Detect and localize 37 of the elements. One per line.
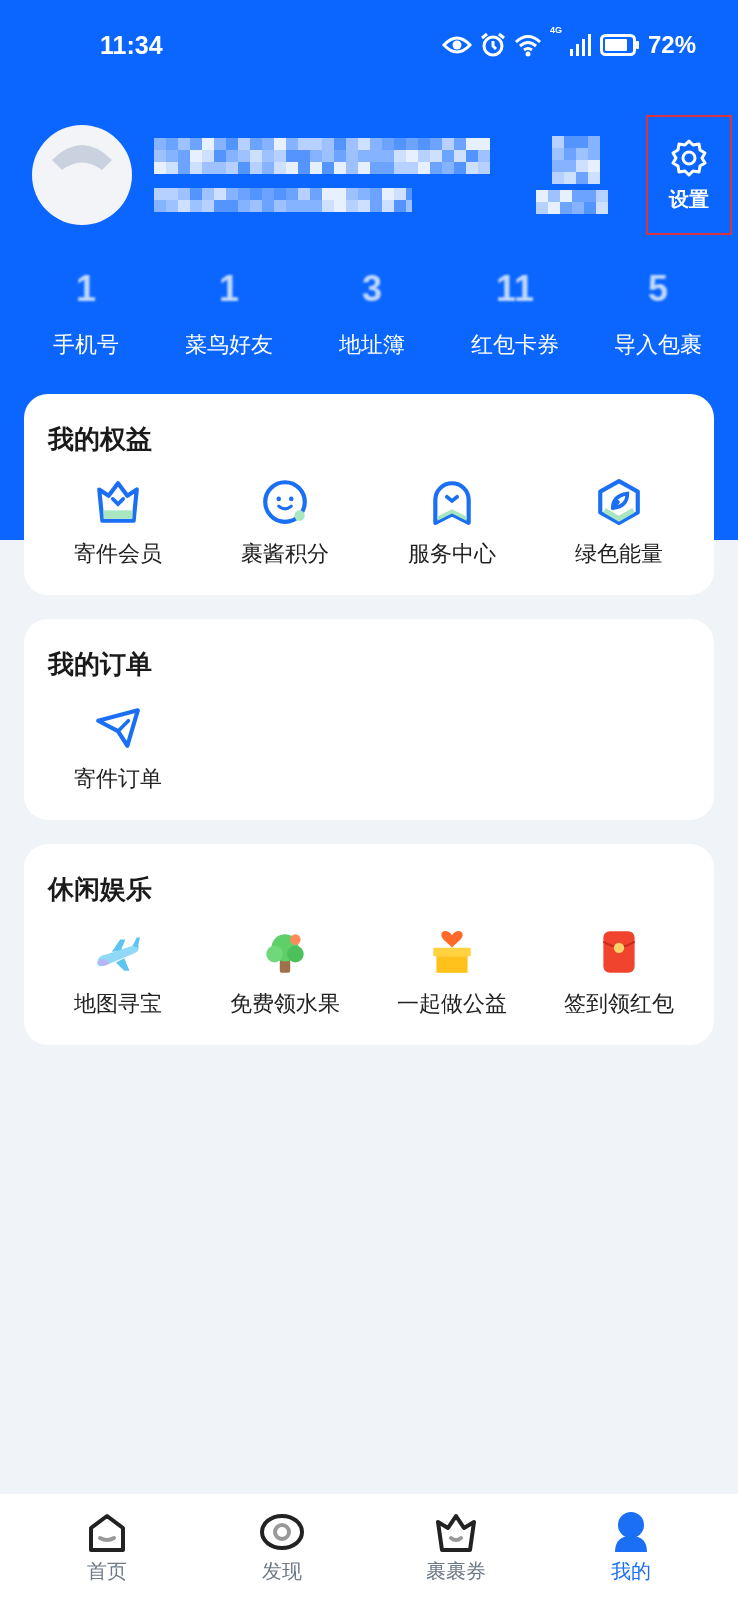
stat-count[interactable]: 3	[362, 268, 382, 310]
shortcut-item[interactable]: 裹酱积分	[201, 477, 368, 569]
tab[interactable]: 发现	[221, 1509, 342, 1585]
tab[interactable]: 首页	[47, 1509, 168, 1585]
shortcut-item[interactable]: 一起做公益	[368, 927, 535, 1019]
avatar-icon	[32, 125, 132, 225]
section-title: 我的权益	[48, 423, 152, 456]
clock-time: 11:34	[100, 30, 164, 60]
stat-label[interactable]: 地址簿	[339, 330, 405, 360]
section-title: 我的订单	[48, 648, 152, 681]
shortcut-item[interactable]: 免费领水果	[201, 927, 368, 1019]
stat-count[interactable]: 1	[219, 268, 239, 310]
settings-button[interactable]: 设置	[646, 115, 732, 235]
stat-label[interactable]: 导入包裹	[614, 330, 702, 360]
shortcut-item[interactable]: 地图寻宝	[34, 927, 201, 1019]
alarm-icon	[479, 32, 506, 58]
shortcut-item[interactable]: 寄件订单	[34, 702, 201, 794]
stat-count[interactable]: 1	[76, 268, 96, 310]
tab[interactable]: 我的	[570, 1509, 691, 1585]
shortcut-item[interactable]: 签到领红包	[535, 927, 702, 1019]
shortcut-item[interactable]: 服务中心	[368, 477, 535, 569]
stat-count[interactable]: 11	[495, 268, 535, 310]
battery-percent: 72%	[647, 31, 696, 59]
signal-icon	[569, 34, 592, 56]
stat-count[interactable]: 5	[648, 268, 668, 310]
tab[interactable]: 裹裹券	[396, 1509, 517, 1585]
settings-icon	[669, 137, 709, 178]
shortcut-item[interactable]: 绿色能量	[535, 477, 702, 569]
network-type: 4G	[549, 25, 562, 35]
stat-label[interactable]: 红包卡券	[471, 330, 559, 360]
battery-icon	[599, 34, 640, 56]
stat-label[interactable]: 菜鸟好友	[185, 330, 273, 360]
wifi-icon	[513, 33, 542, 57]
section-title: 休闲娱乐	[48, 873, 152, 906]
eye-icon	[441, 35, 472, 55]
shortcut-item[interactable]: 寄件会员	[34, 477, 201, 569]
stat-label[interactable]: 手机号	[53, 330, 119, 360]
